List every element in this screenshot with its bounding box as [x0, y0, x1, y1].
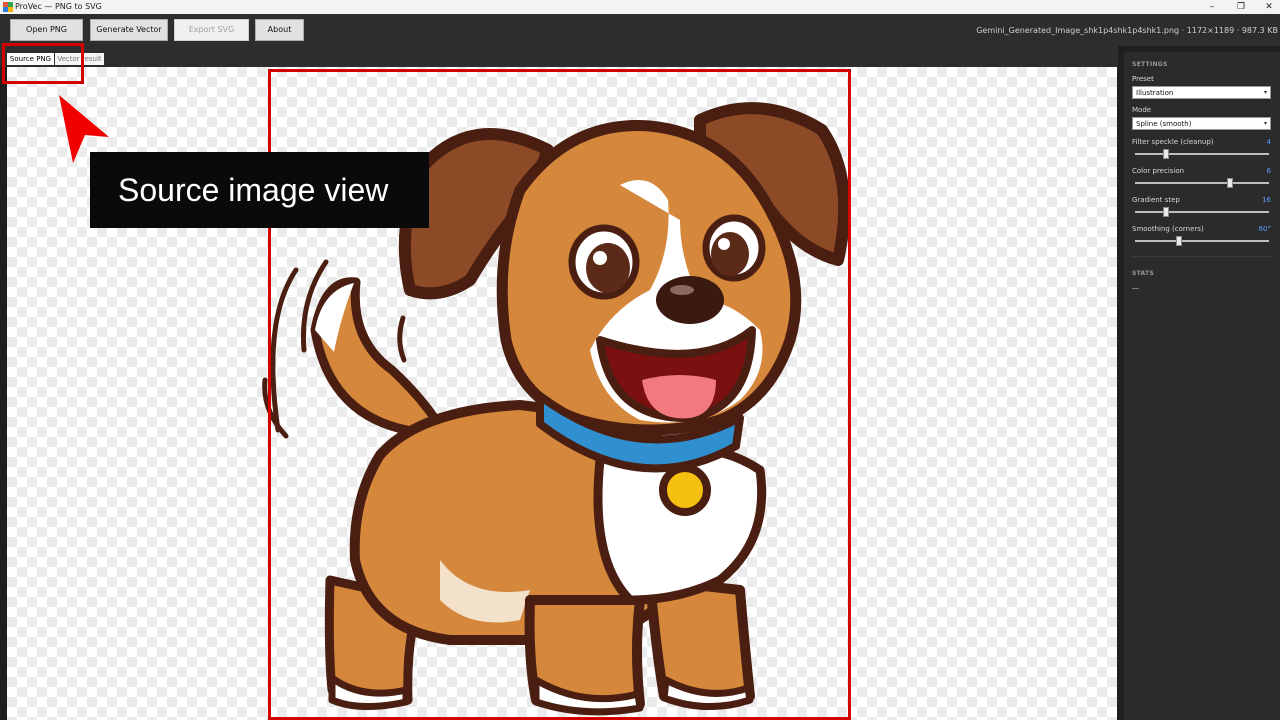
slider-value-filter-speckle: 4	[1266, 138, 1271, 146]
restore-icon[interactable]: ❐	[1226, 0, 1256, 14]
slider-label-smoothing: Smoothing (corners)	[1132, 225, 1204, 233]
slider-value-smoothing: 60°	[1258, 225, 1271, 233]
panel-divider	[1132, 256, 1272, 257]
slider-label-color-precision: Color precision	[1132, 167, 1185, 175]
tab-highlight-box	[2, 43, 84, 84]
slider-value-gradient-step: 16	[1262, 196, 1271, 204]
generate-vector-button[interactable]: Generate Vector	[90, 19, 168, 41]
chevron-down-icon: ▾	[1263, 89, 1267, 96]
mode-label: Mode	[1132, 106, 1152, 114]
stats-heading: STATS	[1132, 270, 1155, 277]
filter-speckle-slider[interactable]	[1135, 149, 1269, 159]
stats-value: —	[1132, 284, 1139, 292]
preset-value: Illustration	[1136, 89, 1174, 97]
slider-thumb[interactable]	[1176, 236, 1182, 246]
title-bar: ProVec — PNG to SVG – ❐ ✕	[0, 0, 1280, 14]
mode-value: Spline (smooth)	[1136, 120, 1192, 128]
slider-label-gradient-step: Gradient step	[1132, 196, 1180, 204]
callout-label: Source image view	[90, 152, 429, 228]
preset-label: Preset	[1132, 75, 1154, 83]
about-button[interactable]: About	[255, 19, 304, 41]
minimize-icon[interactable]: –	[1197, 0, 1227, 14]
settings-panel: SETTINGS Preset Illustration ▾ Mode Spli…	[1124, 52, 1280, 720]
export-svg-button[interactable]: Export SVG	[174, 19, 249, 41]
gradient-step-slider[interactable]	[1135, 207, 1269, 217]
close-icon[interactable]: ✕	[1254, 0, 1280, 14]
app-icon	[3, 2, 13, 12]
open-png-button[interactable]: Open PNG	[10, 19, 83, 41]
slider-label-filter-speckle: Filter speckle (cleanup)	[1132, 138, 1214, 146]
preset-select[interactable]: Illustration ▾	[1132, 86, 1271, 99]
slider-thumb[interactable]	[1163, 207, 1169, 217]
color-precision-slider[interactable]	[1135, 178, 1269, 188]
settings-heading: SETTINGS	[1132, 61, 1168, 68]
mode-select[interactable]: Spline (smooth) ▾	[1132, 117, 1271, 130]
view-tabs: Source PNG Vector result	[0, 46, 1118, 67]
slider-thumb[interactable]	[1163, 149, 1169, 159]
window-title: ProVec — PNG to SVG	[15, 2, 102, 11]
file-info: Gemini_Generated_Image_shk1p4shk1p4shk1.…	[976, 26, 1278, 35]
slider-thumb[interactable]	[1227, 178, 1233, 188]
chevron-down-icon: ▾	[1263, 120, 1267, 127]
slider-value-color-precision: 6	[1266, 167, 1271, 175]
smoothing-slider[interactable]	[1135, 236, 1269, 246]
toolbar: Open PNG Generate Vector Export SVG Abou…	[0, 14, 1280, 46]
